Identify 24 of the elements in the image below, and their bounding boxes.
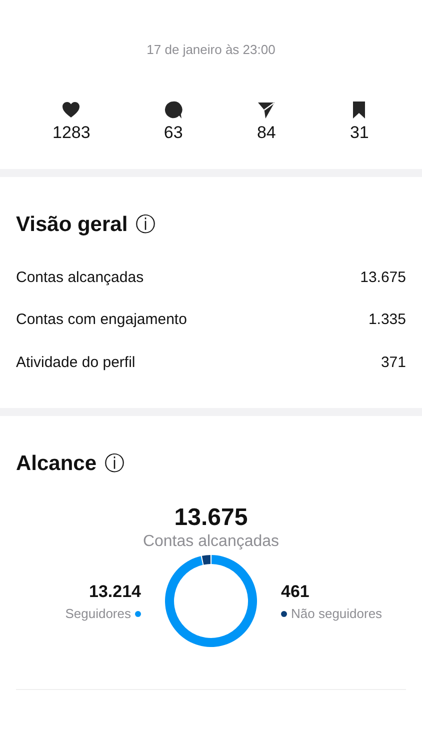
stat-count: 84 bbox=[256, 122, 276, 144]
info-icon[interactable]: ⓘ bbox=[136, 214, 156, 235]
legend-label: Não seguidores bbox=[291, 605, 382, 624]
metric-value: 371 bbox=[380, 352, 406, 372]
metric-value: 13.675 bbox=[360, 268, 406, 288]
total-label: Contas alcançadas bbox=[142, 532, 280, 552]
metric-label: Contas alcançadas bbox=[16, 268, 144, 288]
legend-label: Seguidores bbox=[65, 605, 131, 624]
post-date: 17 de janeiro às 23:00 bbox=[146, 41, 276, 59]
stat-count: 31 bbox=[350, 122, 369, 144]
total-reach: 13.675 bbox=[173, 504, 249, 532]
legend-value: 13.214 bbox=[88, 580, 141, 603]
section-title: Alcance bbox=[16, 451, 97, 477]
heart-icon bbox=[61, 100, 82, 120]
info-icon[interactable]: ⓘ bbox=[104, 454, 125, 474]
paper-plane-icon bbox=[256, 100, 276, 120]
speech-bubble-icon bbox=[163, 100, 184, 120]
metric-label: Contas com engajamento bbox=[16, 310, 187, 330]
stat-count: 1283 bbox=[52, 122, 90, 144]
stat-count: 63 bbox=[164, 122, 183, 144]
metric-value: 1.335 bbox=[368, 310, 406, 330]
metric-label: Atividade do perfil bbox=[16, 352, 136, 372]
legend-value: 461 bbox=[281, 580, 310, 603]
section-title: Visão geral bbox=[16, 212, 128, 238]
